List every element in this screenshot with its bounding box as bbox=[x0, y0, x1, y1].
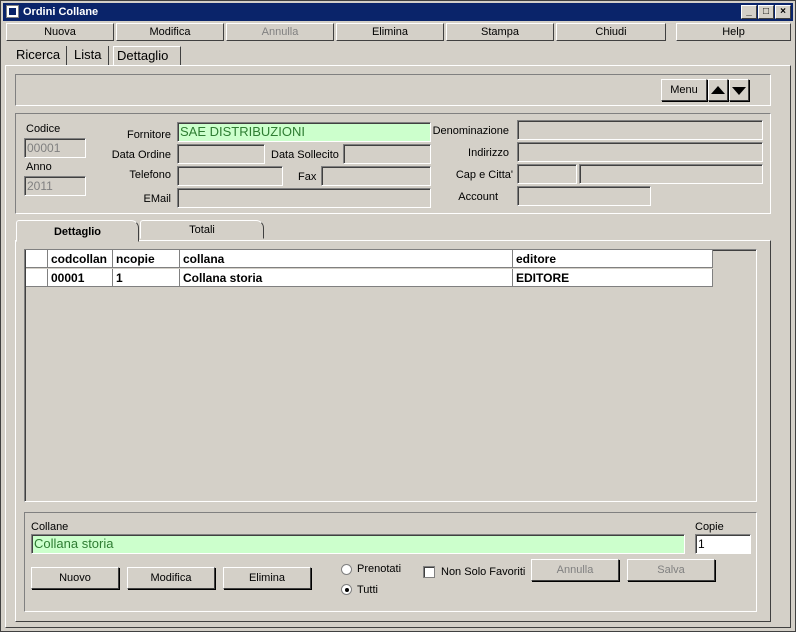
salva-button[interactable]: Salva bbox=[627, 559, 715, 581]
non-solo-favoriti-checkbox[interactable] bbox=[423, 566, 435, 578]
tab-dettaglio[interactable]: Dettaglio bbox=[113, 46, 181, 66]
arrow-up-button[interactable] bbox=[708, 79, 728, 101]
annulla-button[interactable]: Annulla bbox=[226, 23, 334, 41]
row-selector[interactable] bbox=[26, 269, 48, 287]
anno-label: Anno bbox=[26, 161, 52, 173]
title-bar: Ordini Collane bbox=[3, 3, 793, 21]
tutti-radio[interactable] bbox=[341, 584, 352, 595]
window-title: Ordini Collane bbox=[23, 6, 99, 18]
data-grid: codcollan ncopie collana editore 00001 1… bbox=[24, 249, 757, 502]
non-solo-favoriti-label: Non Solo Favoriti bbox=[441, 566, 526, 578]
telefono-field[interactable] bbox=[177, 166, 283, 186]
annulla-detail-button[interactable]: Annulla bbox=[531, 559, 619, 581]
minimize-icon[interactable]: _ bbox=[741, 5, 757, 19]
collane-field[interactable]: Collana storia bbox=[31, 534, 685, 554]
fax-label: Fax bbox=[298, 171, 317, 183]
table-cell[interactable]: 00001 bbox=[48, 269, 113, 287]
fornitore-label: Fornitore bbox=[126, 129, 171, 141]
column-header[interactable]: ncopie bbox=[113, 250, 180, 268]
email-field[interactable] bbox=[177, 188, 431, 208]
close-icon[interactable]: × bbox=[775, 5, 791, 19]
account-label: Account bbox=[458, 191, 498, 203]
menu-panel bbox=[15, 74, 771, 106]
help-button[interactable]: Help bbox=[676, 23, 791, 41]
main-window: Ordini Collane _ □ × Nuova Modifica Annu… bbox=[0, 0, 796, 632]
app-icon bbox=[6, 5, 19, 18]
anno-field[interactable]: 2011 bbox=[24, 176, 86, 196]
arrow-up-icon bbox=[711, 86, 725, 94]
arrow-down-icon bbox=[732, 87, 746, 95]
tab-inner-totali[interactable]: Totali bbox=[140, 220, 264, 239]
prenotati-label: Prenotati bbox=[357, 563, 402, 575]
prenotati-radio[interactable] bbox=[341, 564, 352, 575]
cap-citta-label: Cap e Citta' bbox=[455, 169, 513, 181]
data-ordine-label: Data Ordine bbox=[111, 149, 171, 161]
modifica-detail-button[interactable]: Modifica bbox=[127, 567, 215, 589]
table-cell[interactable]: Collana storia bbox=[180, 269, 513, 287]
tab-ricerca[interactable]: Ricerca bbox=[13, 46, 67, 66]
column-header[interactable]: codcollan bbox=[48, 250, 113, 268]
modifica-button[interactable]: Modifica bbox=[116, 23, 224, 41]
tutti-label: Tutti bbox=[357, 584, 378, 596]
citta-field[interactable] bbox=[579, 164, 763, 184]
menu-button[interactable]: Menu bbox=[661, 79, 707, 101]
elimina-detail-button[interactable]: Elimina bbox=[223, 567, 311, 589]
account-field[interactable] bbox=[517, 186, 651, 206]
grid-corner bbox=[26, 250, 48, 268]
codice-label: Codice bbox=[26, 123, 61, 135]
email-label: EMail bbox=[143, 193, 171, 205]
copie-field[interactable]: 1 bbox=[695, 534, 751, 554]
column-header[interactable]: editore bbox=[513, 250, 713, 268]
nuova-button[interactable]: Nuova bbox=[6, 23, 114, 41]
indirizzo-label: Indirizzo bbox=[468, 147, 509, 159]
maximize-icon[interactable]: □ bbox=[758, 5, 774, 19]
indirizzo-field[interactable] bbox=[517, 142, 763, 162]
codice-field[interactable]: 00001 bbox=[24, 138, 86, 158]
fornitore-field[interactable]: SAE DISTRIBUZIONI bbox=[177, 122, 431, 142]
telefono-label: Telefono bbox=[129, 169, 171, 181]
denominazione-field[interactable] bbox=[517, 120, 763, 140]
fax-field[interactable] bbox=[321, 166, 431, 186]
table-cell[interactable]: 1 bbox=[113, 269, 180, 287]
arrow-down-button[interactable] bbox=[729, 79, 749, 101]
chiudi-button[interactable]: Chiudi bbox=[556, 23, 666, 41]
column-header[interactable]: collana bbox=[180, 250, 513, 268]
collane-label: Collane bbox=[31, 521, 69, 533]
tab-lista[interactable]: Lista bbox=[71, 46, 109, 66]
data-sollecito-field[interactable] bbox=[343, 144, 431, 164]
tab-inner-dettaglio[interactable]: Dettaglio bbox=[16, 220, 139, 242]
elimina-button[interactable]: Elimina bbox=[336, 23, 444, 41]
copie-label: Copie bbox=[695, 521, 724, 533]
table-cell[interactable]: EDITORE bbox=[513, 269, 713, 287]
data-sollecito-label: Data Sollecito bbox=[271, 149, 339, 161]
denominazione-label: Denominazione bbox=[432, 125, 509, 137]
cap-field[interactable] bbox=[517, 164, 577, 184]
stampa-button[interactable]: Stampa bbox=[446, 23, 554, 41]
nuovo-button[interactable]: Nuovo bbox=[31, 567, 119, 589]
data-ordine-field[interactable] bbox=[177, 144, 265, 164]
